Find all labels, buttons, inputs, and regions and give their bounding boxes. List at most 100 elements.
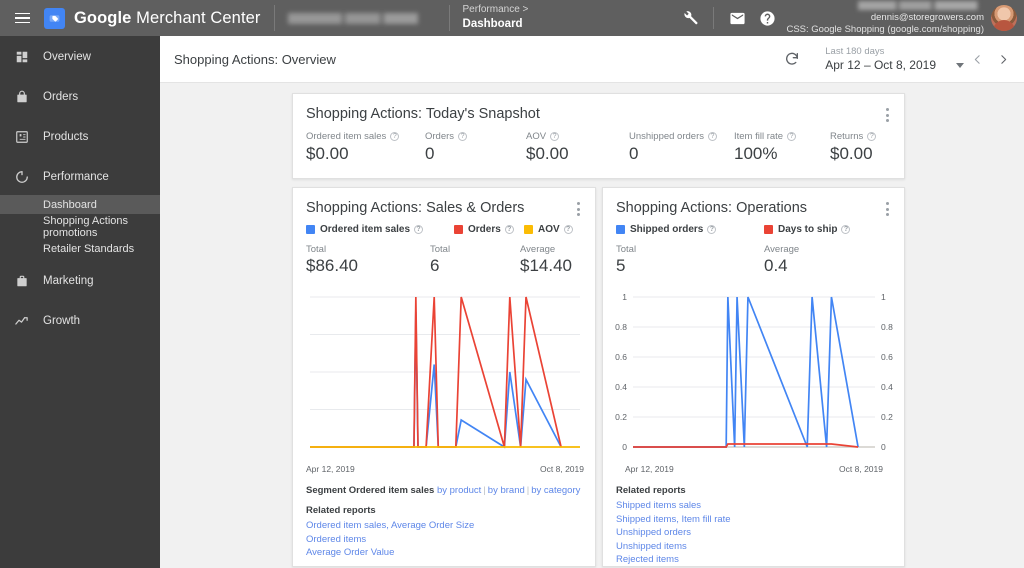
legend-item-orders[interactable]: Orders ? [454, 224, 524, 235]
sidebar-item-orders[interactable]: Orders [0, 82, 160, 112]
legend-item-aov[interactable]: AOV ? [524, 224, 573, 235]
segment-link-by-brand[interactable]: by brand [488, 485, 525, 496]
x-tick-end: Oct 8, 2019 [839, 464, 883, 474]
hamburger-menu-icon[interactable] [4, 0, 40, 36]
dashboard-grid-icon [13, 49, 30, 66]
ops-totals: Total 5 Average 0.4 [603, 235, 904, 276]
related-report-link[interactable]: Ordered items [306, 533, 585, 547]
related-report-link[interactable]: Average Order Value [306, 546, 585, 560]
total-ordered-item-sales: Total $86.40 [306, 244, 430, 276]
segment-separator: | [483, 485, 486, 496]
avatar[interactable] [991, 5, 1017, 31]
account-selector[interactable] [287, 0, 436, 36]
sidebar-subitem-label: Retailer Standards [43, 242, 135, 255]
metric-label: Returns [830, 131, 864, 142]
help-icon[interactable]: ? [390, 132, 400, 141]
svg-text:0.2: 0.2 [615, 412, 627, 422]
related-report-link[interactable]: Unshipped items [616, 540, 894, 554]
snapshot-metrics: Ordered item sales? $0.00 Orders? 0 AOV?… [293, 122, 904, 164]
related-report-link[interactable]: Shipped items, Item fill rate [616, 513, 894, 527]
related-report-link[interactable]: Ordered item sales, Average Order Size [306, 519, 585, 533]
divider-1 [273, 5, 275, 31]
help-icon[interactable]: ? [787, 132, 797, 141]
account-display-name-redacted [858, 0, 984, 10]
refresh-icon[interactable] [775, 42, 809, 76]
sidebar-item-label: Overview [43, 51, 91, 63]
sidebar-subitem-dashboard[interactable]: Dashboard [0, 195, 160, 214]
wrench-icon[interactable] [675, 3, 705, 33]
sidebar-item-products[interactable]: Products [0, 122, 160, 152]
segment-link-by-product[interactable]: by product [437, 485, 481, 496]
top-header: Google Merchant Center Performance > Das… [0, 0, 1024, 36]
legend-label: Ordered item sales [320, 224, 411, 235]
total-shipped-orders: Total 5 [616, 244, 764, 276]
sales-orders-chart[interactable]: Apr 12, 2019 Oct 8, 2019 [306, 291, 584, 474]
svg-text:0.4: 0.4 [615, 382, 627, 392]
legend-item-days-to-ship[interactable]: Days to ship ? [764, 224, 851, 235]
help-icon[interactable]: ? [550, 132, 560, 141]
help-icon[interactable]: ? [563, 225, 573, 234]
more-vert-icon[interactable] [878, 104, 896, 126]
help-icon[interactable]: ? [458, 132, 468, 141]
mail-icon[interactable] [722, 3, 752, 33]
breadcrumb-current: Dashboard [462, 17, 523, 30]
chevron-right-icon[interactable] [990, 44, 1016, 74]
performance-circle-icon [13, 169, 30, 186]
help-icon[interactable]: ? [708, 132, 717, 141]
related-report-link[interactable]: Unshipped orders [616, 526, 894, 540]
total-label: Average [764, 244, 800, 255]
breadcrumb[interactable]: Performance > Dashboard [463, 3, 529, 32]
related-report-link[interactable]: Rejected items [616, 553, 894, 567]
operations-chart[interactable]: 0 0 0.2 0.2 0.4 0.4 0.6 0.6 0.8 0.8 1 1 Apr 12, 201… [611, 291, 897, 474]
sidebar-item-overview[interactable]: Overview [0, 42, 160, 72]
breadcrumb-parent[interactable]: Performance > [463, 3, 529, 17]
sidebar-item-growth[interactable]: Growth [0, 306, 160, 336]
chevron-left-icon[interactable] [964, 44, 990, 74]
svg-text:0.2: 0.2 [881, 412, 893, 422]
operations-card: Shopping Actions: Operations Shipped ord… [602, 187, 905, 567]
svg-text:1: 1 [881, 292, 886, 302]
total-value: 0.4 [764, 256, 788, 275]
metric-ordered-item-sales: Ordered item sales? $0.00 [306, 131, 425, 164]
legend-swatch [616, 225, 625, 234]
ops-chart-x-labels: Apr 12, 2019 Oct 8, 2019 [611, 464, 897, 474]
help-icon[interactable]: ? [841, 225, 851, 234]
svg-text:0: 0 [622, 442, 627, 452]
legend-label: Shipped orders [630, 224, 704, 235]
legend-swatch [454, 225, 463, 234]
merchant-center-logo-icon [44, 7, 65, 29]
metric-item-fill-rate: Item fill rate? 100% [734, 131, 830, 164]
metric-aov: AOV? $0.00 [526, 131, 629, 164]
brand-logo[interactable]: Google Merchant Center [44, 7, 261, 29]
legend-item-shipped-orders[interactable]: Shipped orders ? [616, 224, 764, 235]
help-icon[interactable]: ? [867, 132, 877, 141]
date-range-selector[interactable]: Last 180 days Apr 12 – Oct 8, 2019 [825, 46, 964, 73]
sidebar-subitem-retailer-standards[interactable]: Retailer Standards [0, 239, 160, 258]
chevron-down-icon[interactable] [956, 62, 964, 68]
help-icon[interactable] [752, 3, 782, 33]
legend-label: Days to ship [778, 224, 838, 235]
metric-value: 0 [425, 144, 435, 163]
more-vert-icon[interactable] [878, 198, 896, 220]
sidebar-item-performance[interactable]: Performance [0, 162, 160, 192]
more-vert-icon[interactable] [569, 198, 587, 220]
help-icon[interactable]: ? [504, 225, 514, 234]
metric-orders: Orders? 0 [425, 131, 526, 164]
account-css-label: CSS: Google Shopping (google.com/shoppin… [786, 23, 984, 35]
help-icon[interactable]: ? [707, 225, 717, 234]
metric-returns: Returns? $0.00 [830, 131, 877, 164]
sidebar-subitem-shopping-actions-promotions[interactable]: Shopping Actions promotions [0, 215, 160, 239]
total-label: Total [306, 244, 327, 255]
legend-item-ordered-item-sales[interactable]: Ordered item sales ? [306, 224, 454, 235]
sidebar-item-marketing[interactable]: Marketing [0, 266, 160, 296]
segment-separator: | [526, 485, 530, 496]
related-report-link[interactable]: Shipped items sales [616, 499, 894, 513]
segment-line: Segment Ordered item sales by product | by… [306, 485, 585, 496]
metric-unshipped-orders: Unshipped orders? 0 [629, 131, 734, 164]
svg-text:0.4: 0.4 [881, 382, 893, 392]
help-icon[interactable]: ? [414, 225, 424, 234]
sidebar-item-label: Orders [43, 91, 79, 103]
segment-link-by-category[interactable]: by category [531, 485, 580, 496]
brand-title: Google Merchant Center [74, 9, 261, 28]
metric-label: AOV [526, 131, 547, 142]
